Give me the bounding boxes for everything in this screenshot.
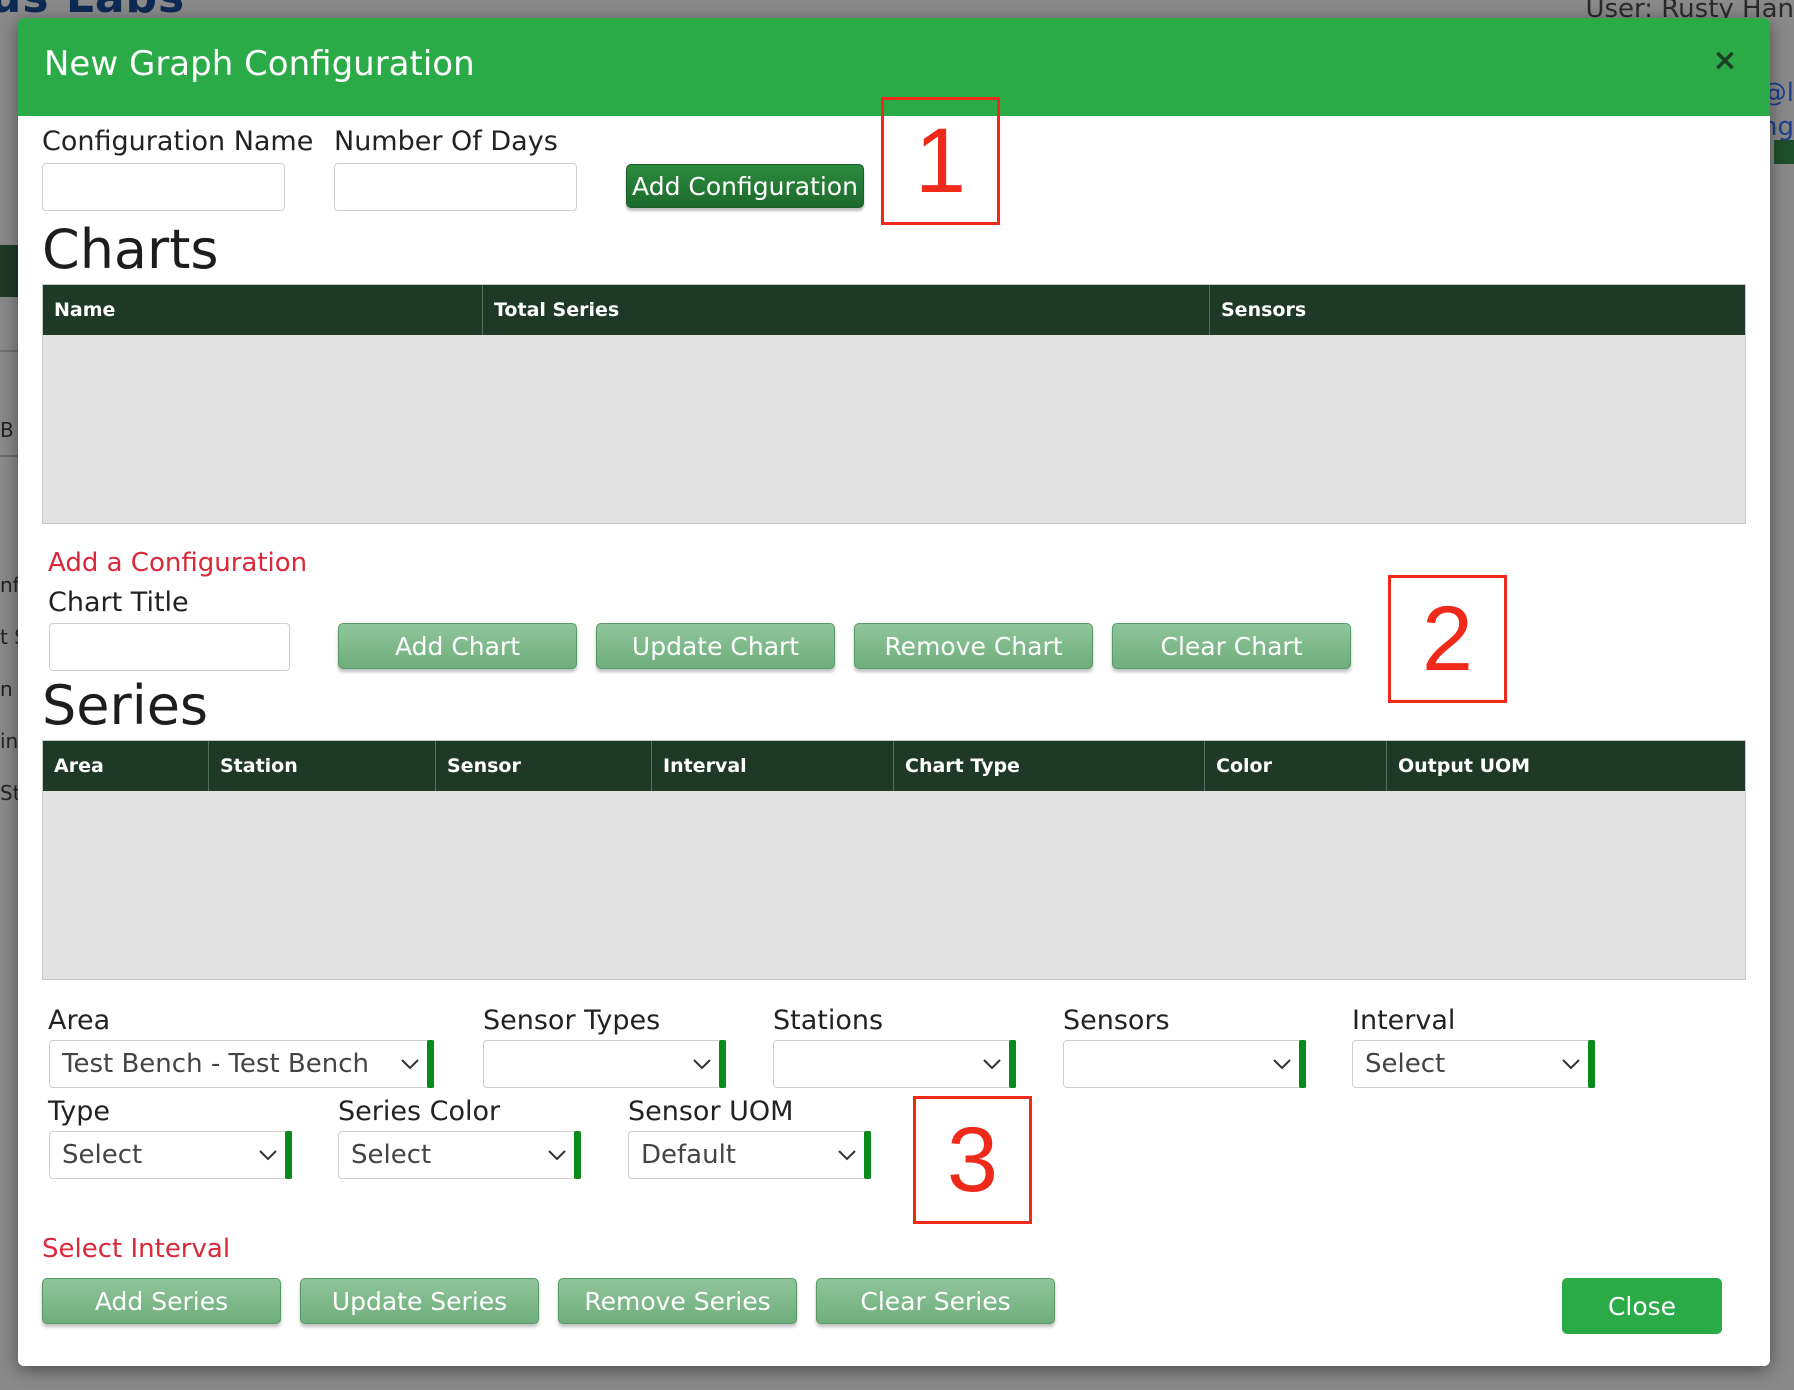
select-accent-bar xyxy=(719,1040,726,1088)
area-select[interactable]: Test Bench - Test Bench xyxy=(49,1040,434,1088)
config-name-input[interactable] xyxy=(42,163,285,211)
sensor-types-label: Sensor Types xyxy=(483,1005,661,1036)
clear-series-button[interactable]: Clear Series xyxy=(816,1278,1055,1324)
background-divider xyxy=(0,350,18,352)
select-accent-bar xyxy=(864,1131,871,1179)
graph-configuration-modal: New Graph Configuration × Configuration … xyxy=(18,18,1770,1366)
series-table-header: Area Station Sensor Interval Chart Type … xyxy=(43,741,1745,791)
series-color-label: Series Color xyxy=(338,1096,501,1127)
select-accent-bar xyxy=(427,1040,434,1088)
charts-table-header: Name Total Series Sensors xyxy=(43,285,1745,335)
sensors-label: Sensors xyxy=(1063,1005,1170,1036)
charts-column-header[interactable]: Sensors xyxy=(1210,285,1745,335)
clear-chart-button[interactable]: Clear Chart xyxy=(1112,623,1351,669)
annotation-box-3: 3 xyxy=(913,1096,1032,1224)
charts-column-header[interactable]: Name xyxy=(43,285,483,335)
modal-title: New Graph Configuration xyxy=(44,44,475,84)
interval-select[interactable]: Select xyxy=(1352,1040,1595,1088)
validation-message: Select Interval xyxy=(42,1234,231,1264)
chart-title-label: Chart Title xyxy=(48,587,189,618)
chart-title-input[interactable] xyxy=(49,623,290,671)
series-column-header[interactable]: Chart Type xyxy=(894,741,1205,791)
remove-series-button[interactable]: Remove Series xyxy=(558,1278,797,1324)
series-column-header[interactable]: Interval xyxy=(652,741,894,791)
area-label: Area xyxy=(48,1005,111,1036)
number-of-days-label: Number Of Days xyxy=(334,126,558,157)
background-divider xyxy=(0,455,18,457)
annotation-box-1: 1 xyxy=(881,97,1000,225)
close-icon[interactable]: × xyxy=(1710,46,1740,76)
sensor-uom-label: Sensor UOM xyxy=(628,1096,794,1127)
background-sidebar-header xyxy=(0,245,18,297)
update-series-button[interactable]: Update Series xyxy=(300,1278,539,1324)
type-select-value: Select xyxy=(62,1140,143,1170)
series-column-header[interactable]: Color xyxy=(1205,741,1387,791)
charts-status-message: Add a Configuration xyxy=(48,548,308,578)
chevron-down-icon xyxy=(830,1131,864,1179)
select-accent-bar xyxy=(1588,1040,1595,1088)
sensors-select[interactable] xyxy=(1063,1040,1306,1088)
series-column-header[interactable]: Sensor xyxy=(436,741,652,791)
sensor-uom-select[interactable]: Default xyxy=(628,1131,871,1179)
area-select-value: Test Bench - Test Bench xyxy=(62,1049,370,1079)
select-accent-bar xyxy=(1009,1040,1016,1088)
background-fragment: in xyxy=(0,729,19,753)
remove-chart-button[interactable]: Remove Chart xyxy=(854,623,1093,669)
config-name-label: Configuration Name xyxy=(42,126,314,157)
annotation-box-2: 2 xyxy=(1388,575,1507,703)
series-color-select[interactable]: Select xyxy=(338,1131,581,1179)
series-heading: Series xyxy=(42,674,209,737)
interval-label: Interval xyxy=(1352,1005,1456,1036)
chevron-down-icon xyxy=(975,1040,1009,1088)
select-accent-bar xyxy=(285,1131,292,1179)
stations-label: Stations xyxy=(773,1005,884,1036)
sensor-types-select[interactable] xyxy=(483,1040,726,1088)
chevron-down-icon xyxy=(251,1131,285,1179)
number-of-days-input[interactable] xyxy=(334,163,577,211)
add-configuration-button[interactable]: Add Configuration xyxy=(626,164,864,208)
chevron-down-icon xyxy=(1265,1040,1299,1088)
series-column-header[interactable]: Output UOM xyxy=(1387,741,1745,791)
charts-heading: Charts xyxy=(42,218,219,281)
series-table: Area Station Sensor Interval Chart Type … xyxy=(42,740,1746,980)
background-fragment: n xyxy=(0,677,13,701)
chevron-down-icon xyxy=(393,1040,427,1088)
select-accent-bar xyxy=(1299,1040,1306,1088)
sensor-uom-select-value: Default xyxy=(641,1140,736,1170)
charts-table: Name Total Series Sensors xyxy=(42,284,1746,524)
background-nav-bar xyxy=(1774,140,1794,164)
charts-column-header[interactable]: Total Series xyxy=(483,285,1210,335)
select-accent-bar xyxy=(574,1131,581,1179)
type-label: Type xyxy=(48,1096,111,1127)
type-select[interactable]: Select xyxy=(49,1131,292,1179)
stations-select[interactable] xyxy=(773,1040,1016,1088)
chevron-down-icon xyxy=(685,1040,719,1088)
interval-select-value: Select xyxy=(1365,1049,1446,1079)
close-button[interactable]: Close xyxy=(1562,1278,1722,1334)
series-color-select-value: Select xyxy=(351,1140,432,1170)
chevron-down-icon xyxy=(540,1131,574,1179)
series-column-header[interactable]: Area xyxy=(43,741,209,791)
add-series-button[interactable]: Add Series xyxy=(42,1278,281,1324)
add-chart-button[interactable]: Add Chart xyxy=(338,623,577,669)
background-fragment: B xyxy=(0,418,14,442)
chevron-down-icon xyxy=(1554,1040,1588,1088)
update-chart-button[interactable]: Update Chart xyxy=(596,623,835,669)
series-column-header[interactable]: Station xyxy=(209,741,436,791)
